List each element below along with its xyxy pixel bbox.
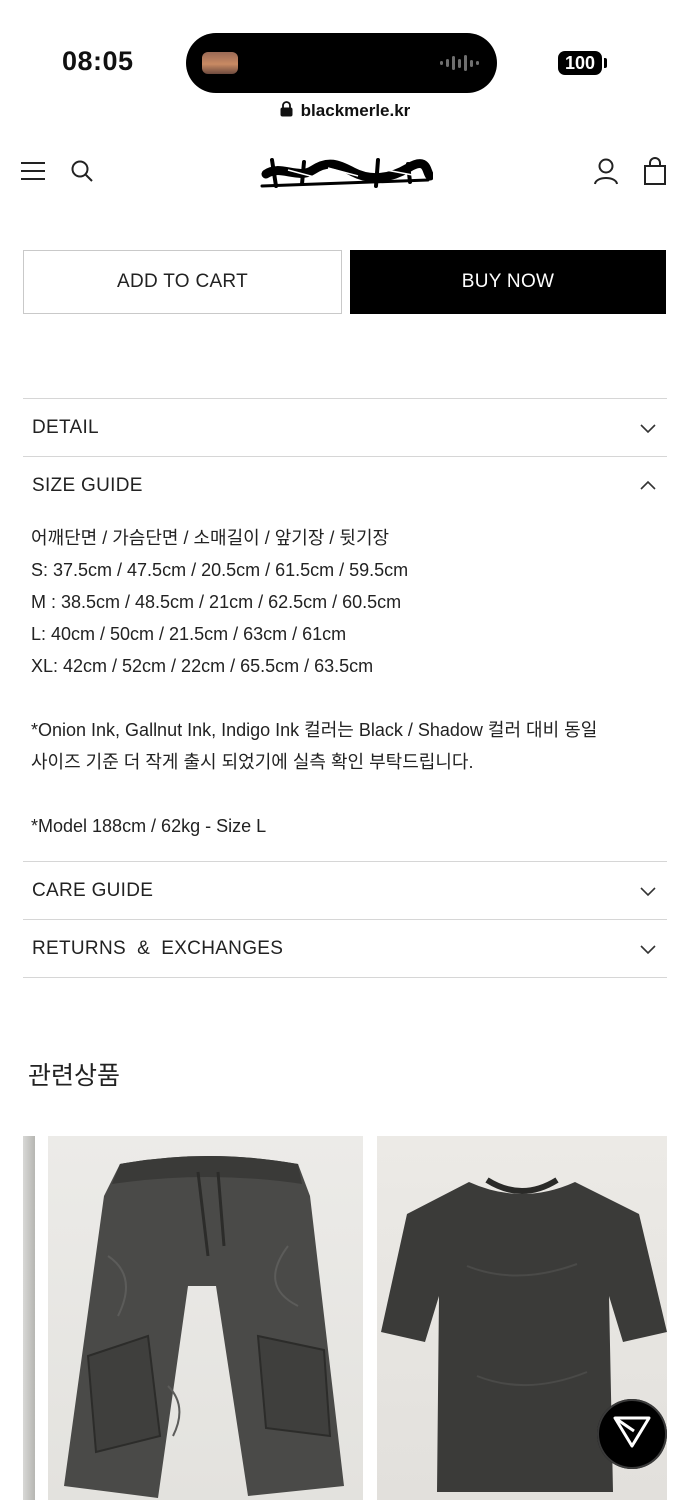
size-row: L: 40cm / 50cm / 21.5cm / 63cm / 61cm: [31, 624, 347, 644]
address-bar[interactable]: blackmerle.kr: [240, 96, 450, 126]
size-note: 사이즈 기준 더 작게 출시 되었기에 실측 확인 부탁드립니다.: [31, 752, 474, 772]
account-icon[interactable]: [591, 156, 621, 186]
divider: [23, 977, 667, 978]
share-fab-button[interactable]: [597, 1399, 667, 1469]
accordion-detail[interactable]: DETAIL: [23, 398, 667, 456]
chevron-down-icon: [639, 882, 657, 900]
bag-icon[interactable]: [640, 156, 670, 186]
size-note: *Onion Ink, Gallnut Ink, Indigo Ink 컬러는 …: [31, 720, 598, 740]
accordion-label: CARE GUIDE: [32, 879, 154, 901]
lock-icon: [280, 100, 293, 122]
size-row: S: 37.5cm / 47.5cm / 20.5cm / 61.5cm / 5…: [31, 560, 409, 580]
accordion-returns[interactable]: RETURNS & EXCHANGES: [23, 919, 667, 977]
accordion-label: DETAIL: [32, 416, 99, 438]
size-guide-content: 어깨단면 / 가슴단면 / 소매길이 / 앞기장 / 뒷기장 S: 37.5cm…: [31, 522, 661, 842]
brand-logo[interactable]: [258, 150, 435, 194]
buy-now-button[interactable]: BUY NOW: [350, 250, 666, 314]
accordion-label: SIZE GUIDE: [32, 474, 143, 496]
chevron-down-icon: [639, 419, 657, 437]
now-playing-thumbnail: [202, 52, 238, 74]
audio-wave-icon: [440, 54, 479, 72]
status-bar: 08:05 100: [0, 0, 691, 95]
accordion-care-guide[interactable]: CARE GUIDE: [23, 861, 667, 919]
menu-icon[interactable]: [18, 156, 48, 186]
product-card-partial[interactable]: [23, 1136, 35, 1500]
model-info: *Model 188cm / 62kg - Size L: [31, 816, 267, 836]
related-products-title: 관련상품: [28, 1062, 121, 1090]
size-row: XL: 42cm / 52cm / 22cm / 65.5cm / 63.5cm: [31, 656, 374, 676]
accordion-label: RETURNS & EXCHANGES: [32, 937, 284, 959]
shorts-image: [64, 1156, 344, 1498]
battery-tip: [604, 58, 607, 68]
site-header: [0, 140, 691, 204]
chevron-down-icon: [639, 940, 657, 958]
dynamic-island: [186, 33, 497, 93]
send-icon: [613, 1415, 651, 1454]
status-time: 08:05: [62, 46, 134, 76]
search-icon[interactable]: [67, 156, 97, 186]
add-to-cart-button[interactable]: ADD TO CART: [23, 250, 342, 314]
chevron-up-icon: [639, 477, 657, 495]
battery-indicator: 100: [558, 51, 602, 75]
url-text: blackmerle.kr: [300, 101, 411, 120]
size-guide-header: 어깨단면 / 가슴단면 / 소매길이 / 앞기장 / 뒷기장: [31, 528, 390, 548]
accordion-size-guide[interactable]: SIZE GUIDE: [23, 456, 667, 514]
size-row: M : 38.5cm / 48.5cm / 21cm / 62.5cm / 60…: [31, 592, 402, 612]
product-card-shorts[interactable]: [48, 1136, 363, 1500]
